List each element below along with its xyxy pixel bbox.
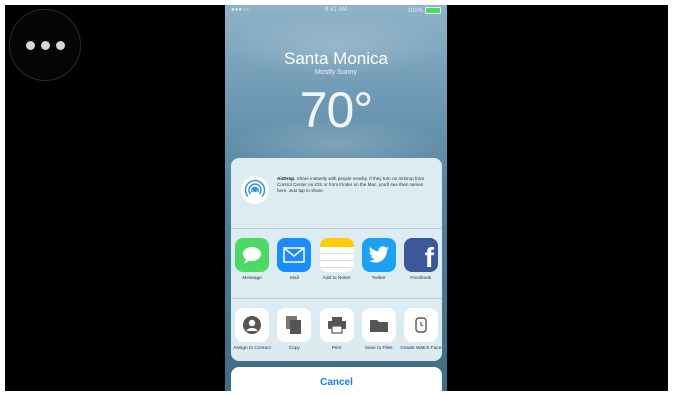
airdrop-section[interactable]: AirDrop. Share instantly with people nea… [231,158,442,226]
folder-icon [361,308,396,342]
save-to-files-button[interactable]: Save to Files [358,308,400,352]
copy-button[interactable]: Copy [273,308,315,352]
app-row: Message Mail Add to Notes Twitter f Face… [231,238,442,282]
cancel-button[interactable]: Cancel [231,367,442,391]
share-notes-button[interactable]: Add to Notes [315,238,357,282]
assign-contact-button[interactable]: Assign to Contact [231,308,273,352]
divider [231,298,442,299]
share-sheet: AirDrop. Share instantly with people nea… [231,158,442,361]
copy-icon [277,308,312,342]
weather-condition: Mostly Sunny [314,69,358,76]
notes-icon [319,238,354,272]
share-message-button[interactable]: Message [231,238,273,282]
airdrop-body: Share instantly with people nearby. If t… [277,176,425,194]
share-mail-button[interactable]: Mail [273,238,315,282]
airdrop-title: AirDrop. [277,176,296,181]
share-label: Twitter [371,276,386,281]
action-label: Copy [288,346,300,351]
airdrop-icon [241,176,269,204]
share-facebook-button[interactable]: f Facebook [400,238,442,282]
battery-indicator: 100% [408,7,441,14]
print-icon [319,308,354,342]
share-twitter-button[interactable]: Twitter [358,238,400,282]
city-name: Santa Monica [284,49,388,68]
more-dot-icon [55,40,65,50]
more-options-button[interactable] [9,9,81,81]
action-label: Print [331,346,342,351]
action-label: Assign to Contact [233,346,271,351]
create-watch-face-button[interactable]: Create Watch Face [400,308,442,352]
message-icon [235,238,270,272]
airdrop-description: AirDrop. Share instantly with people nea… [277,176,434,195]
status-bar: ●●●○○ 9:41 AM 100% [225,7,447,17]
action-label: Create Watch Face [400,346,442,351]
action-label: Save to Files [364,346,393,351]
mail-icon [277,238,312,272]
battery-icon [425,7,441,14]
divider [231,228,442,229]
share-label: Message [242,276,262,281]
more-dot-icon [25,40,35,50]
facebook-icon: f [403,238,438,272]
video-frame: ●●●○○ 9:41 AM 100% Santa Monica Mostly S… [5,5,668,391]
watch-icon [403,308,438,342]
print-button[interactable]: Print [315,308,357,352]
battery-percent: 100% [407,7,423,14]
share-label: Facebook [410,276,432,281]
action-row: Assign to Contact Copy Print Save to Fil… [231,308,442,352]
share-label: Mail [289,276,299,281]
temperature: 70° [299,82,374,138]
twitter-icon [361,238,396,272]
share-label: Add to Notes [322,276,351,281]
contact-icon [235,308,270,342]
more-dot-icon [40,40,50,50]
phone-screen: ●●●○○ 9:41 AM 100% Santa Monica Mostly S… [225,5,447,391]
